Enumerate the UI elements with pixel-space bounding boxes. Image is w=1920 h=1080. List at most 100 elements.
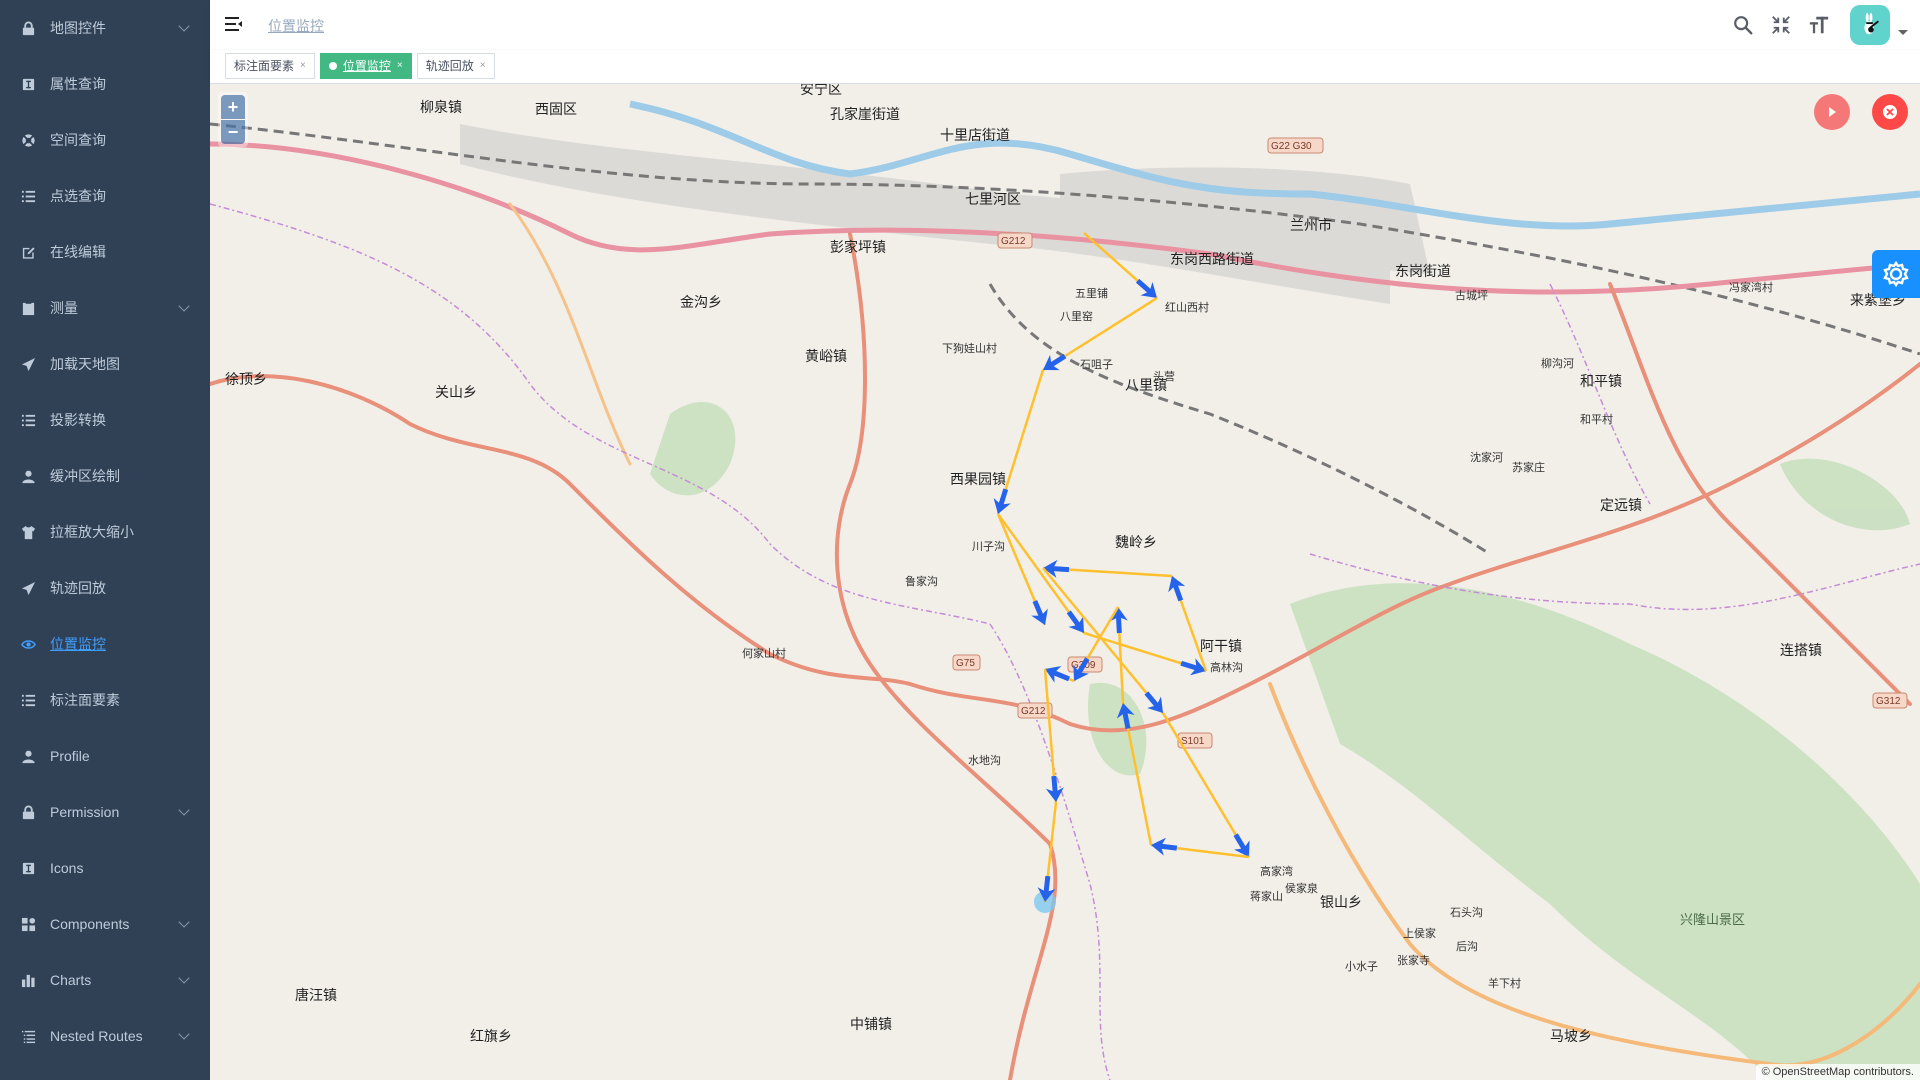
sidebar-item-label: 轨迹回放 xyxy=(50,580,106,596)
sidebar-item-label: Nested Routes xyxy=(50,1028,143,1044)
nested-list-icon xyxy=(20,1028,36,1044)
map-place-label: 头营 xyxy=(1153,369,1175,383)
sidebar-item[interactable]: 加载天地图 xyxy=(0,336,210,392)
map-place-label: 七里河区 xyxy=(965,192,1021,208)
sidebar-item[interactable]: 地图控件 xyxy=(0,0,210,56)
sidebar-item[interactable]: Permission xyxy=(0,784,210,840)
sidebar-item-label: Icons xyxy=(50,860,84,876)
direction-arrow xyxy=(1045,775,1064,802)
bar-chart-icon xyxy=(20,972,36,988)
sidebar-item[interactable]: 投影转换 xyxy=(0,392,210,448)
map-place-label: 五里铺 xyxy=(1075,287,1108,300)
map-place-label: 柳泉镇 xyxy=(420,99,462,116)
map-place-label: 东岗街道 xyxy=(1395,264,1451,280)
chevron-down-icon xyxy=(178,804,190,816)
breadcrumb[interactable]: 位置监控 xyxy=(268,16,324,36)
map-place-label: 水地沟 xyxy=(968,754,1001,767)
sidebar-item-label: Charts xyxy=(50,972,92,988)
map-place-label: 沈家河 xyxy=(1470,450,1503,464)
play-button[interactable] xyxy=(1814,94,1850,130)
map-place-label: 川子沟 xyxy=(972,540,1005,553)
map-place-label: 柳沟河 xyxy=(1541,356,1574,370)
eye-icon xyxy=(20,636,36,652)
main-area: 位置监控 标注面要素 × 位置监控 × 轨迹回放 × G212 G75 S101… xyxy=(210,0,1920,1080)
sidebar-item[interactable]: 位置监控 xyxy=(0,616,210,672)
map-place-label: 兰州市 xyxy=(1290,217,1332,234)
tag-tab[interactable]: 位置监控 × xyxy=(319,53,412,79)
map-canvas[interactable]: G212G309G75S101G22 G30G312G212 兰州市七里河区安宁… xyxy=(210,84,1920,1080)
map-place-label: 金沟乡 xyxy=(680,295,722,311)
map-place-label: 后沟 xyxy=(1456,940,1478,953)
map-place-label: 冯家湾村 xyxy=(1729,280,1773,294)
tag-close-icon[interactable]: × xyxy=(300,54,306,78)
sidebar-item[interactable]: 测量 xyxy=(0,280,210,336)
list-icon xyxy=(20,188,36,204)
map-place-label: 彭家坪镇 xyxy=(830,239,886,256)
direction-arrow xyxy=(1151,837,1178,856)
map-place-label: 苏家庄 xyxy=(1512,460,1545,474)
close-circle-icon xyxy=(1883,105,1897,119)
sidebar-item[interactable]: Charts xyxy=(0,952,210,1008)
zoom-out-button[interactable]: − xyxy=(221,120,245,144)
direction-arrow xyxy=(1043,559,1070,578)
sidebar-item-label: 点选查询 xyxy=(50,188,106,204)
search-icon[interactable] xyxy=(1724,0,1762,50)
map-place-label: 十里店街道 xyxy=(940,128,1010,144)
zoom-in-button[interactable]: + xyxy=(221,95,245,119)
zoom-control: + − xyxy=(218,92,248,147)
sidebar-item[interactable]: 标注面要素 xyxy=(0,672,210,728)
svg-text:G312: G312 xyxy=(1876,696,1901,707)
map-attribution[interactable]: © OpenStreetMap contributors. xyxy=(1755,1064,1920,1080)
tag-tab[interactable]: 轨迹回放 × xyxy=(416,53,495,79)
exit-fullscreen-icon[interactable] xyxy=(1762,0,1800,50)
sidebar-item[interactable]: Nested Routes xyxy=(0,1008,210,1064)
road-shield: G212 xyxy=(997,232,1033,249)
direction-arrow xyxy=(1031,600,1048,625)
map-place-label: 唐汪镇 xyxy=(295,987,337,1004)
shirt-icon xyxy=(20,524,36,540)
sidebar-item[interactable]: 轨迹回放 xyxy=(0,560,210,616)
map-green-areas xyxy=(650,402,1920,1080)
tag-label: 位置监控 xyxy=(342,59,391,73)
sidebar-item[interactable]: 拉框放大缩小 xyxy=(0,504,210,560)
tag-tab[interactable]: 标注面要素 × xyxy=(225,53,315,79)
avatar[interactable] xyxy=(1850,5,1890,45)
sidebar-item[interactable]: 属性查询 xyxy=(0,56,210,112)
sidebar-item[interactable]: 在线编辑 xyxy=(0,224,210,280)
map-place-label: 张家寺 xyxy=(1397,953,1430,967)
sidebar-item-label: 加载天地图 xyxy=(50,356,120,372)
map-place-label: 徐顶乡 xyxy=(225,372,267,388)
sidebar-item[interactable]: Icons xyxy=(0,840,210,896)
sidebar-item[interactable]: 点选查询 xyxy=(0,168,210,224)
map-place-label: 阿干镇 xyxy=(1200,639,1242,655)
user-icon xyxy=(20,468,36,484)
sidebar-item[interactable]: Components xyxy=(0,896,210,952)
sidebar-item[interactable]: Profile xyxy=(0,728,210,784)
stop-button[interactable] xyxy=(1872,94,1908,130)
hamburger-icon[interactable] xyxy=(225,15,243,33)
tag-close-icon[interactable]: × xyxy=(397,54,403,78)
map-place-label: 红山西村 xyxy=(1165,300,1209,314)
map-place-label: 石头沟 xyxy=(1450,906,1483,919)
map-place-label: 魏岭乡 xyxy=(1115,535,1157,551)
tag-label: 轨迹回放 xyxy=(425,59,474,73)
text-cursor-icon xyxy=(20,76,36,92)
railway xyxy=(988,283,1491,556)
map-place-label: 石咀子 xyxy=(1080,358,1113,371)
sidebar-item[interactable]: 空间查询 xyxy=(0,112,210,168)
font-size-icon[interactable] xyxy=(1800,0,1838,50)
direction-arrow xyxy=(1168,576,1186,602)
map-place-label: 高家湾 xyxy=(1260,864,1293,878)
chevron-down-icon xyxy=(178,1028,190,1040)
settings-button[interactable] xyxy=(1872,250,1920,298)
tag-close-icon[interactable]: × xyxy=(480,54,486,78)
map-view[interactable]: G212G309G75S101G22 G30G312G212 兰州市七里河区安宁… xyxy=(210,84,1920,1080)
sidebar-item-label: Permission xyxy=(50,804,120,820)
chevron-down-icon xyxy=(178,916,190,928)
map-place-label: 银山乡 xyxy=(1320,895,1362,911)
chevron-down-icon xyxy=(178,972,190,984)
map-place-label: 羊下村 xyxy=(1488,976,1521,990)
clipboard-icon xyxy=(20,300,36,316)
avatar-dropdown-caret[interactable] xyxy=(1898,29,1908,35)
sidebar-item[interactable]: 缓冲区绘制 xyxy=(0,448,210,504)
